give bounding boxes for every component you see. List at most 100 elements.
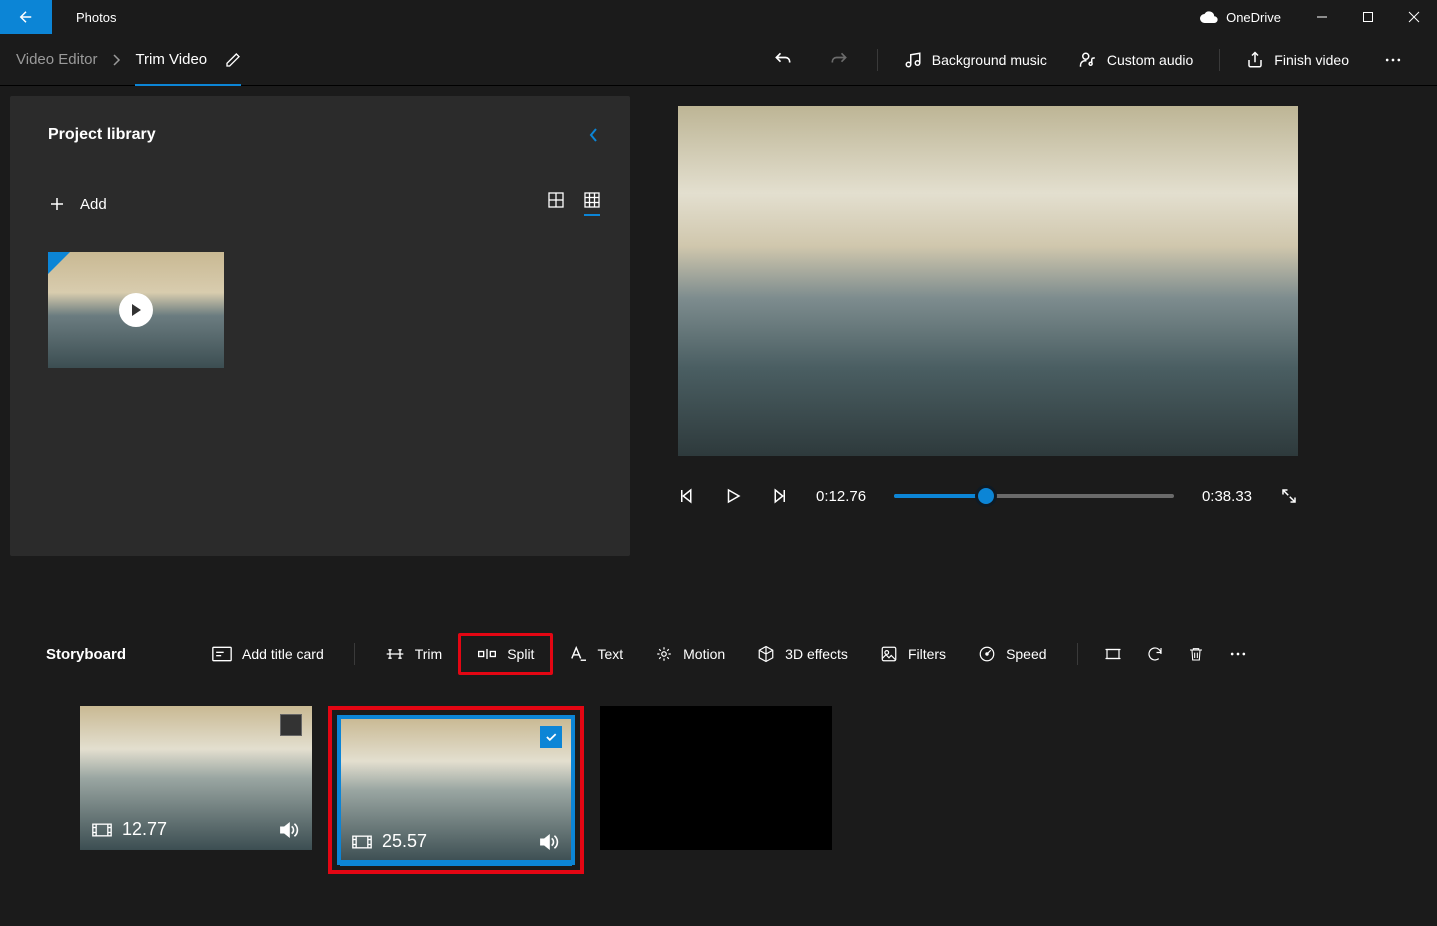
play-button[interactable] <box>724 487 742 505</box>
plus-icon <box>48 195 66 213</box>
film-icon <box>92 823 112 837</box>
custom-audio-label: Custom audio <box>1107 52 1193 68</box>
left-panel: Project library Add <box>0 86 630 622</box>
chevron-right-icon <box>111 53 121 67</box>
text-button[interactable]: Text <box>553 633 639 675</box>
clip-checkbox[interactable] <box>540 726 562 748</box>
minimize-icon <box>1316 11 1328 23</box>
undo-button[interactable] <box>755 34 811 86</box>
custom-audio-button[interactable]: Custom audio <box>1063 34 1209 86</box>
pencil-icon <box>225 52 241 68</box>
motion-label: Motion <box>683 646 725 662</box>
trim-label: Trim <box>415 646 442 662</box>
film-icon <box>352 835 372 849</box>
divider <box>354 643 355 665</box>
onedrive-status[interactable]: OneDrive <box>1182 0 1299 34</box>
trim-button[interactable]: Trim <box>369 633 458 675</box>
app-title: Photos <box>52 0 140 34</box>
clip-checkbox[interactable] <box>280 714 302 736</box>
step-forward-icon <box>770 487 788 505</box>
grid-large-icon <box>548 192 564 208</box>
close-button[interactable] <box>1391 0 1437 34</box>
onedrive-label: OneDrive <box>1226 10 1281 25</box>
storyboard-clips: 12.77 25.57 <box>0 686 1437 926</box>
storyboard-empty-slot[interactable] <box>600 706 832 850</box>
rotate-icon <box>1146 645 1164 663</box>
project-library-panel: Project library Add <box>10 96 630 556</box>
speed-button[interactable]: Speed <box>962 633 1062 675</box>
view-large-button[interactable] <box>548 192 564 216</box>
storyboard-clip[interactable]: 12.77 <box>80 706 312 850</box>
crop-button[interactable] <box>1092 633 1134 675</box>
titlebar-spacer <box>140 0 1182 34</box>
library-title: Project library <box>48 126 156 144</box>
add-title-card-button[interactable]: Add title card <box>196 633 340 675</box>
filters-button[interactable]: Filters <box>864 633 962 675</box>
playback-controls: 0:12.76 0:38.33 <box>678 486 1298 506</box>
scrub-fill <box>894 494 986 498</box>
view-small-button[interactable] <box>584 192 600 216</box>
crop-icon <box>1104 645 1122 663</box>
cloud-icon <box>1200 11 1218 23</box>
export-icon <box>1246 51 1264 69</box>
storyboard-clip-selected-highlight: 25.57 <box>328 706 584 874</box>
background-music-button[interactable]: Background music <box>888 34 1063 86</box>
clip-progress-bar <box>340 860 572 866</box>
finish-label: Finish video <box>1274 52 1349 68</box>
scrub-thumb[interactable] <box>975 485 997 507</box>
redo-icon <box>829 50 849 70</box>
total-time: 0:38.33 <box>1202 488 1252 505</box>
main-area: Project library Add <box>0 86 1437 622</box>
maximize-button[interactable] <box>1345 0 1391 34</box>
speed-icon <box>978 645 996 663</box>
filters-icon <box>880 645 898 663</box>
frame-back-button[interactable] <box>678 487 696 505</box>
video-preview[interactable] <box>678 106 1298 456</box>
storyboard-toolbar: Storyboard Add title card Trim Split Tex… <box>0 622 1437 686</box>
split-icon <box>477 646 497 662</box>
3d-effects-button[interactable]: 3D effects <box>741 633 864 675</box>
text-label: Text <box>597 646 623 662</box>
storyboard-clip[interactable]: 25.57 <box>340 718 572 862</box>
used-indicator-icon <box>48 252 70 274</box>
rename-button[interactable] <box>225 52 241 68</box>
breadcrumb-root[interactable]: Video Editor <box>16 51 97 68</box>
back-button[interactable] <box>0 0 52 34</box>
scrubber[interactable] <box>894 486 1174 506</box>
add-media-button[interactable]: Add <box>48 195 107 213</box>
title-card-icon <box>212 646 232 662</box>
text-icon <box>569 646 587 662</box>
volume-icon[interactable] <box>278 821 300 839</box>
collapse-library-button[interactable] <box>588 127 600 143</box>
divider <box>1077 643 1078 665</box>
motion-button[interactable]: Motion <box>639 633 741 675</box>
finish-video-button[interactable]: Finish video <box>1230 34 1365 86</box>
trim-icon <box>385 646 405 662</box>
preview-panel: 0:12.76 0:38.33 <box>630 86 1437 622</box>
play-icon <box>724 487 742 505</box>
clip-duration: 12.77 <box>122 819 167 840</box>
3d-label: 3D effects <box>785 646 848 662</box>
frame-forward-button[interactable] <box>770 487 788 505</box>
storyboard-more-button[interactable] <box>1216 633 1260 675</box>
redo-button[interactable] <box>811 34 867 86</box>
play-overlay <box>119 293 153 327</box>
split-label: Split <box>507 646 534 662</box>
current-time: 0:12.76 <box>816 488 866 505</box>
more-button[interactable] <box>1365 34 1421 86</box>
grid-small-icon <box>584 192 600 208</box>
fullscreen-icon <box>1280 487 1298 505</box>
fullscreen-button[interactable] <box>1280 487 1298 505</box>
divider <box>877 49 878 71</box>
clip-duration: 25.57 <box>382 831 427 852</box>
delete-button[interactable] <box>1176 633 1216 675</box>
volume-icon[interactable] <box>538 833 560 851</box>
breadcrumb-active: Trim Video <box>135 51 207 68</box>
rotate-button[interactable] <box>1134 633 1176 675</box>
motion-icon <box>655 645 673 663</box>
minimize-button[interactable] <box>1299 0 1345 34</box>
divider <box>1219 49 1220 71</box>
library-clip-thumbnail[interactable] <box>48 252 224 368</box>
split-button[interactable]: Split <box>458 633 553 675</box>
view-toggle <box>548 192 600 216</box>
